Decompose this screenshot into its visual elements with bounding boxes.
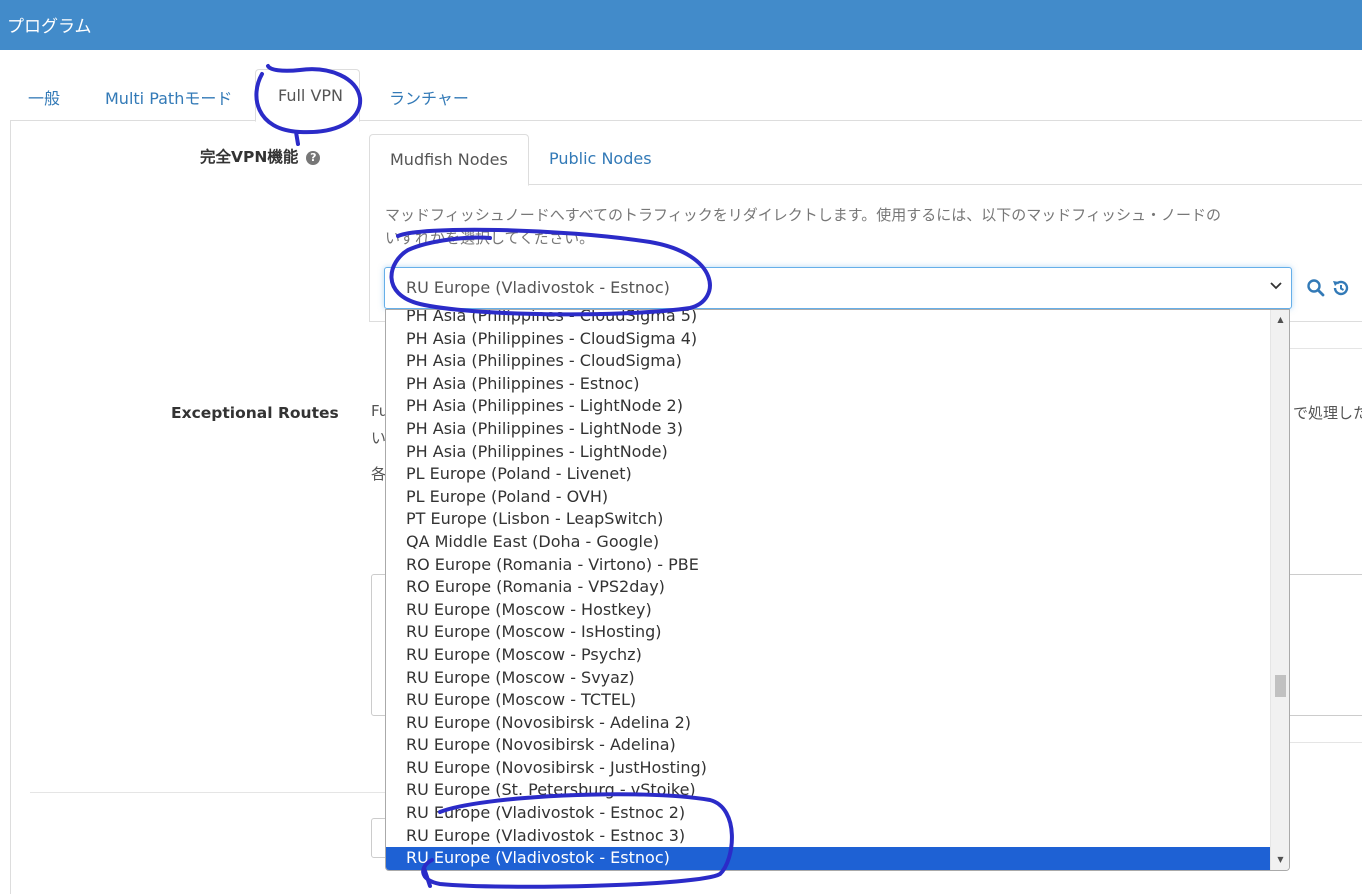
- dropdown-option[interactable]: PH Asia (Philippines - CloudSigma): [386, 350, 1271, 373]
- tab-launcher[interactable]: ランチャー: [389, 69, 469, 121]
- main-tabs: 一般 Multi Pathモード Full VPN ランチャー: [10, 69, 1362, 122]
- dropdown-option[interactable]: RU Europe (Vladivostok - Estnoc): [386, 847, 1271, 870]
- search-icon[interactable]: [1306, 278, 1326, 298]
- description-line-1: マッドフィッシュノードへすべてのトラフィックをリダイレクトします。使用するには、…: [385, 206, 1221, 224]
- exceptional-routes-label: Exceptional Routes: [171, 404, 339, 422]
- dropdown-option[interactable]: PH Asia (Philippines - CloudSigma 5): [386, 310, 1271, 328]
- dropdown-option[interactable]: RU Europe (Moscow - Psychz): [386, 644, 1271, 667]
- dropdown-option[interactable]: RU Europe (Moscow - IsHosting): [386, 621, 1271, 644]
- tab-general[interactable]: 一般: [28, 69, 60, 121]
- chevron-down-icon: [1270, 282, 1282, 290]
- dropdown-option[interactable]: PL Europe (Poland - OVH): [386, 486, 1271, 509]
- exceptional-routes-text-2: い: [371, 429, 387, 447]
- dropdown-option[interactable]: RU Europe (Novosibirsk - Adelina): [386, 734, 1271, 757]
- scroll-up-icon[interactable]: ▲: [1271, 312, 1289, 328]
- dropdown-option[interactable]: RU Europe (Vladivostok - Estnoc 3): [386, 825, 1271, 848]
- dropdown-option[interactable]: RU Europe (Vladivostok - Estnoc 2): [386, 802, 1271, 825]
- dropdown-option[interactable]: RU Europe (Moscow - TCTEL): [386, 689, 1271, 712]
- node-dropdown-list[interactable]: PH Asia (Philippines - CloudSigma 5) PH A…: [385, 309, 1290, 871]
- dropdown-options: PH Asia (Philippines - CloudSigma 5) PH A…: [386, 310, 1271, 870]
- dropdown-option[interactable]: PT Europe (Lisbon - LeapSwitch): [386, 508, 1271, 531]
- full-vpn-label: 完全VPN機能?: [200, 145, 321, 167]
- dropdown-scrollbar[interactable]: ▲ ▼: [1270, 310, 1289, 870]
- dropdown-option[interactable]: PH Asia (Philippines - LightNode): [386, 441, 1271, 464]
- dropdown-option[interactable]: RU Europe (Moscow - Svyaz): [386, 667, 1271, 690]
- scroll-down-icon[interactable]: ▼: [1271, 852, 1289, 868]
- description-line-2: いずれかを選択してください。: [385, 229, 595, 247]
- dropdown-option[interactable]: RU Europe (Novosibirsk - JustHosting): [386, 757, 1271, 780]
- node-select[interactable]: RU Europe (Vladivostok - Estnoc): [384, 267, 1292, 309]
- dropdown-option[interactable]: RO Europe (Romania - Virtono) - PBE: [386, 554, 1271, 577]
- full-vpn-description: マッドフィッシュノードへすべてのトラフィックをリダイレクトします。使用するには、…: [385, 204, 1362, 250]
- node-select-value: RU Europe (Vladivostok - Estnoc): [406, 278, 670, 297]
- dropdown-option[interactable]: PL Europe (Poland - Livenet): [386, 463, 1271, 486]
- dropdown-option[interactable]: PH Asia (Philippines - LightNode 3): [386, 418, 1271, 441]
- window-title-bar: プログラム: [0, 0, 1362, 50]
- question-circle-icon[interactable]: ?: [306, 150, 321, 165]
- dropdown-option[interactable]: RU Europe (Novosibirsk - Adelina 2): [386, 712, 1271, 735]
- window-title: プログラム: [7, 17, 92, 37]
- dropdown-option[interactable]: PH Asia (Philippines - LightNode 2): [386, 395, 1271, 418]
- full-vpn-label-text: 完全VPN機能: [200, 148, 299, 166]
- node-type-tabs: Mudfish Nodes Public Nodes: [369, 134, 1362, 186]
- divider: [30, 792, 386, 793]
- tab-mudfish-nodes[interactable]: Mudfish Nodes: [369, 134, 529, 186]
- dropdown-option[interactable]: RU Europe (St. Petersburg - vStoike): [386, 779, 1271, 802]
- tab-full-vpn[interactable]: Full VPN: [255, 69, 361, 122]
- dropdown-option[interactable]: QA Middle East (Doha - Google): [386, 531, 1271, 554]
- tab-public-nodes[interactable]: Public Nodes: [549, 134, 652, 185]
- exceptional-routes-text-3: 各: [371, 465, 387, 483]
- dropdown-option[interactable]: RU Europe (Moscow - Hostkey): [386, 599, 1271, 622]
- scroll-thumb[interactable]: [1275, 675, 1286, 697]
- divider: [1290, 348, 1362, 349]
- exceptional-routes-text-right: で処理した: [1293, 404, 1362, 422]
- history-reset-icon[interactable]: [1331, 278, 1351, 298]
- tab-multi-path[interactable]: Multi Pathモード: [105, 69, 232, 121]
- dropdown-option[interactable]: PH Asia (Philippines - CloudSigma 4): [386, 328, 1271, 351]
- dropdown-option[interactable]: PH Asia (Philippines - Estnoc): [386, 373, 1271, 396]
- divider: [1290, 742, 1362, 743]
- dropdown-option[interactable]: RO Europe (Romania - VPS2day): [386, 576, 1271, 599]
